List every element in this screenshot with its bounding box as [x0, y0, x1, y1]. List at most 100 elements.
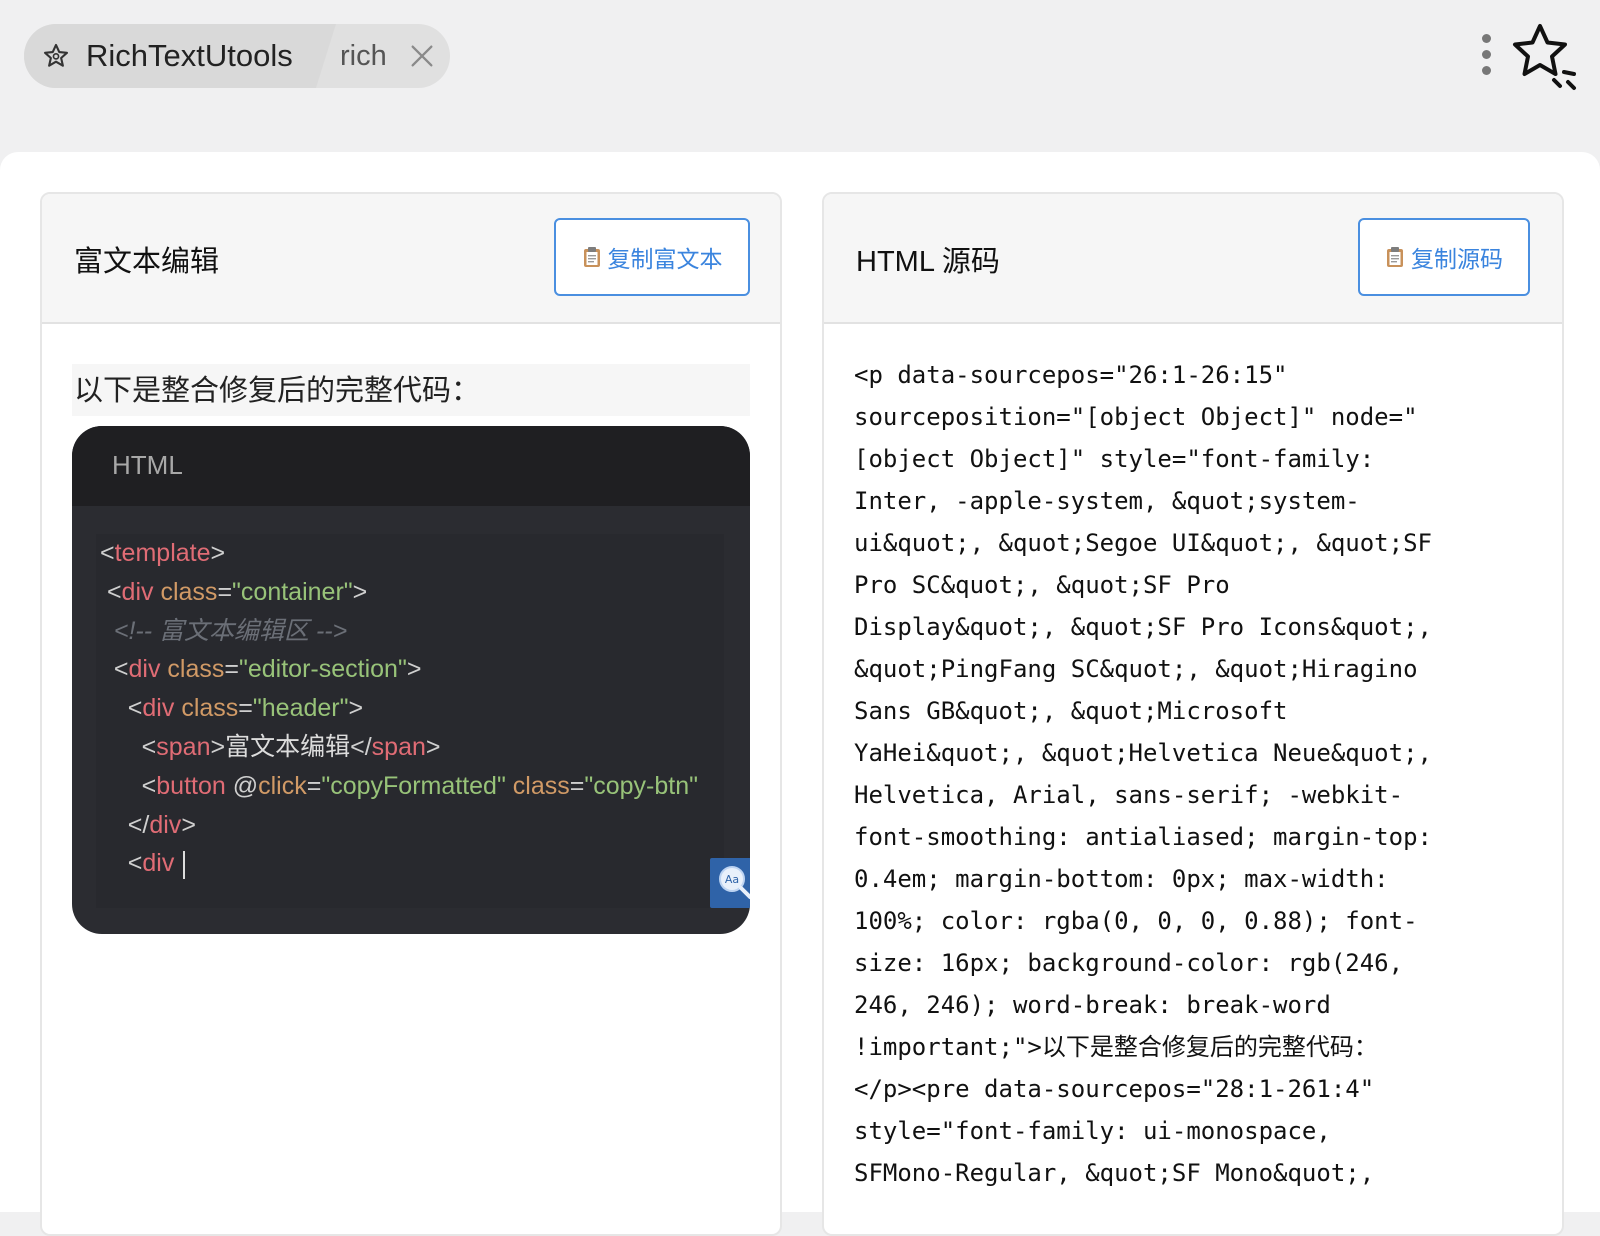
code-line: </div> — [100, 806, 196, 844]
html-source-text[interactable]: <p data-sourcepos="26:1-26:15" sourceposi… — [854, 354, 1536, 1194]
code-token: = — [238, 694, 253, 723]
more-vertical-icon[interactable] — [1480, 34, 1492, 78]
code-content[interactable]: <template> <div class="container"> <!-- … — [96, 534, 724, 908]
source-line: YaHei&quot;, &quot;Helvetica Neue&quot;, — [854, 739, 1432, 767]
copy-source-button[interactable]: 复制源码 — [1358, 218, 1530, 296]
source-line: style="font-family: ui-monospace, — [854, 1117, 1331, 1145]
source-line: [object Object]" style="font-family: — [854, 445, 1375, 473]
plugin-pill-app[interactable]: RichTextUtools — [24, 24, 336, 88]
main-content: 富文本编辑 复制富文本 以下是整合修复后的完整代码： HTML <templat… — [0, 152, 1600, 1236]
source-line: size: 16px; background-color: rgb(246, — [854, 949, 1404, 977]
code-token: < — [100, 539, 115, 567]
code-token: span — [156, 733, 211, 761]
html-source-panel: HTML 源码 复制源码 <p data-sourcepos="26:1-26:… — [822, 192, 1564, 1236]
star-outline-icon — [42, 42, 70, 70]
copy-rich-text-label: 复制富文本 — [607, 247, 723, 273]
source-line: sourceposition="[object Object]" node=" — [854, 403, 1418, 431]
code-token: "copyFormatted" — [321, 771, 506, 800]
code-token: div — [128, 655, 161, 684]
code-block-header: HTML — [72, 426, 750, 506]
source-line: 246, 246); word-break: break-word — [854, 991, 1331, 1019]
code-token: > — [181, 810, 196, 839]
code-token: < — [100, 694, 143, 723]
plugin-pill[interactable]: RichTextUtools rich — [24, 24, 450, 88]
code-block[interactable]: HTML <template> <div class="container"> … — [72, 426, 750, 934]
code-line: <div class="editor-section"> — [100, 650, 422, 688]
code-token: < — [100, 771, 157, 800]
code-token: = — [569, 771, 585, 800]
source-line: font-smoothing: antialiased; margin-top: — [854, 823, 1432, 851]
star-sparkle-icon[interactable] — [1508, 20, 1580, 92]
html-source-panel-title: HTML 源码 — [856, 246, 1000, 278]
source-line: 100%; color: rgba(0, 0, 0, 0.88); font- — [854, 907, 1418, 935]
code-token: < — [100, 733, 157, 761]
code-token: class — [167, 655, 225, 684]
code-token: template — [114, 539, 211, 567]
code-token: "header" — [252, 694, 349, 723]
code-line: <div class="container"> — [100, 573, 367, 611]
rich-text-panel: 富文本编辑 复制富文本 以下是整合修复后的完整代码： HTML <templat… — [40, 192, 782, 1236]
code-token: div — [142, 694, 175, 723]
code-token: div — [142, 849, 175, 878]
code-token: < — [100, 849, 143, 878]
code-token: 富文本编辑 — [225, 733, 351, 761]
code-line: <button @click="copyFormatted" class="co… — [100, 767, 698, 805]
source-line: SFMono-Regular, &quot;SF Mono&quot;, — [854, 1159, 1375, 1187]
code-token: = — [217, 577, 233, 606]
code-token: > — [348, 694, 364, 723]
code-line: <span>富文本编辑</span> — [100, 728, 441, 766]
code-token: "copy-btn" — [584, 771, 699, 800]
code-token: < — [100, 655, 129, 684]
title-bar: RichTextUtools rich — [0, 0, 1600, 152]
code-token: "container" — [232, 577, 353, 606]
code-token: < — [100, 577, 122, 606]
code-token: span — [371, 733, 426, 761]
code-token: </ — [350, 733, 372, 761]
code-token: > — [210, 733, 226, 761]
code-token: click — [258, 771, 307, 800]
source-line: Sans GB&quot;, &quot;Microsoft — [854, 697, 1288, 725]
code-token: "editor-section" — [239, 655, 407, 684]
source-line: </p><pre data-sourcepos="28:1-261:4" — [854, 1075, 1375, 1103]
code-token: class — [512, 771, 570, 800]
code-token: = — [224, 655, 239, 684]
search-query[interactable]: rich — [340, 40, 387, 73]
source-line: 0.4em; margin-bottom: 0px; max-width: — [854, 865, 1389, 893]
source-line: ui&quot;, &quot;Segoe UI&quot;, &quot;SF — [854, 529, 1432, 557]
close-icon[interactable] — [408, 42, 436, 70]
source-line: Inter, -apple-system, &quot;system- — [854, 487, 1360, 515]
copy-rich-text-button[interactable]: 复制富文本 — [554, 218, 750, 296]
clipboard-icon — [1387, 247, 1403, 267]
code-token: button — [156, 771, 226, 800]
code-token: div — [121, 577, 154, 606]
translate-badge[interactable]: Aa — [710, 858, 750, 908]
source-line: !important;">以下是整合修复后的完整代码： — [854, 1033, 1378, 1061]
code-token: @ — [225, 771, 259, 800]
svg-text:Aa: Aa — [725, 873, 739, 886]
html-source-panel-header: HTML 源码 复制源码 — [824, 194, 1562, 324]
source-line: Pro SC&quot;, &quot;SF Pro — [854, 571, 1230, 599]
code-token: > — [425, 733, 441, 761]
source-line: <p data-sourcepos="26:1-26:15" — [854, 361, 1288, 389]
rich-text-panel-header: 富文本编辑 复制富文本 — [42, 194, 780, 324]
code-token: div — [149, 810, 182, 839]
code-token: > — [210, 539, 226, 567]
code-token: > — [352, 577, 368, 606]
code-line: <div — [100, 844, 186, 882]
code-token: class — [160, 577, 218, 606]
code-language-label: HTML — [112, 450, 183, 480]
rich-text-editor[interactable]: 以下是整合修复后的完整代码： HTML <template> <div clas… — [72, 364, 750, 934]
code-token: > — [406, 655, 422, 684]
code-token: class — [181, 694, 239, 723]
copy-source-label: 复制源码 — [1411, 247, 1503, 273]
editor-intro-paragraph[interactable]: 以下是整合修复后的完整代码： — [72, 364, 750, 416]
clipboard-icon — [583, 247, 600, 267]
code-line: <div class="header"> — [100, 689, 363, 727]
rich-text-panel-title: 富文本编辑 — [74, 246, 220, 278]
source-line: &quot;PingFang SC&quot;, &quot;Hiragino — [854, 655, 1418, 683]
code-token: = — [306, 771, 322, 800]
source-line: Display&quot;, &quot;SF Pro Icons&quot;, — [854, 613, 1432, 641]
code-token: <!-- 富文本编辑区 --> — [100, 616, 348, 645]
